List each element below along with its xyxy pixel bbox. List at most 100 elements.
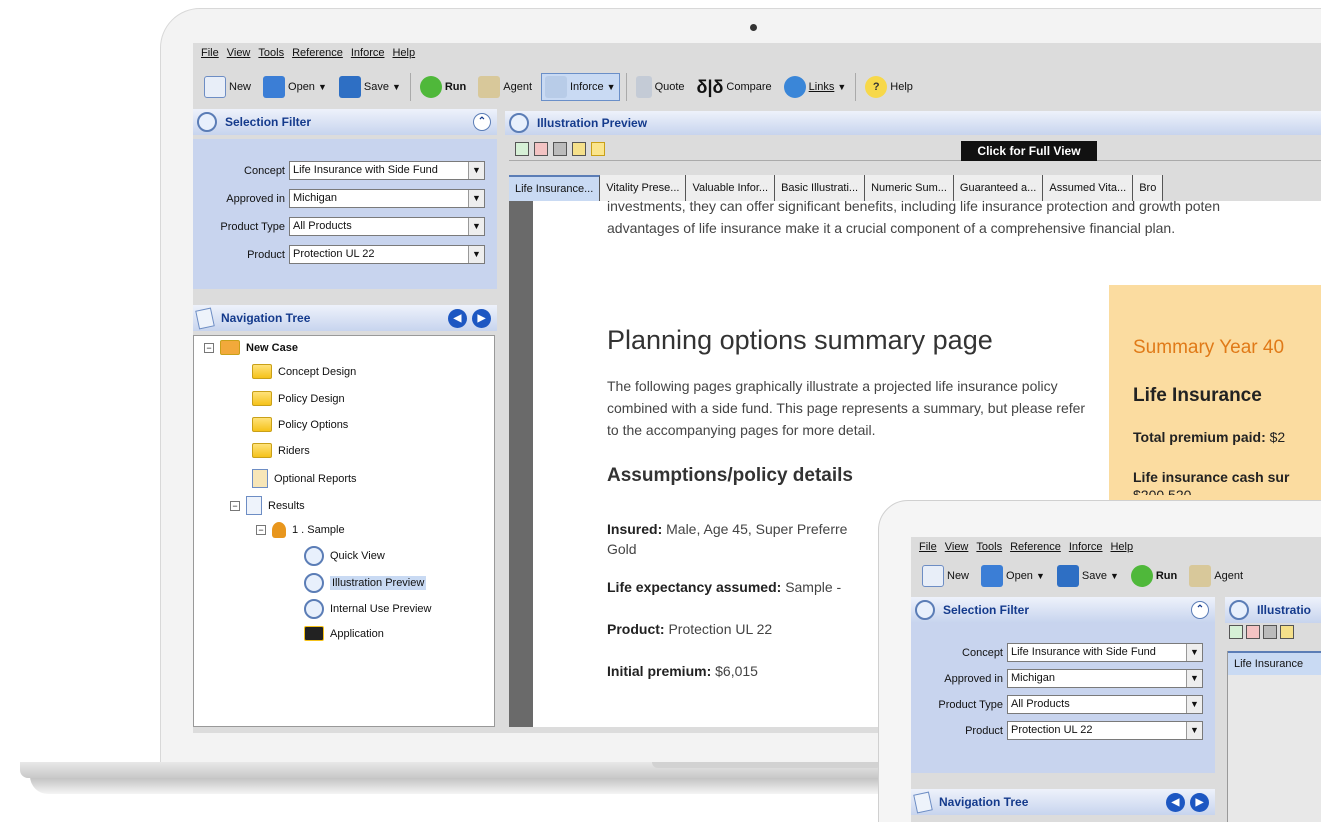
approved-in-select[interactable]: Michigan ▼: [289, 189, 485, 208]
menu-bar: File View Tools Reference Inforce Help: [201, 47, 415, 63]
tab-life-insurance[interactable]: Life Insurance...: [509, 175, 601, 201]
product-select[interactable]: Protection UL 22 ▼: [1007, 721, 1203, 740]
product-type-select[interactable]: All Products ▼: [1007, 695, 1203, 714]
tree-node-policy-options[interactable]: Policy Options: [252, 417, 348, 432]
tree-node-application[interactable]: Application: [304, 626, 384, 641]
chevron-down-icon[interactable]: ▼: [1036, 571, 1045, 581]
product-type-select[interactable]: All Products ▼: [289, 217, 485, 236]
forward-arrow-icon[interactable]: ▶: [1190, 792, 1209, 812]
menu-reference[interactable]: Reference: [292, 47, 343, 63]
total-premium-line: Total premium paid: $2: [1133, 429, 1286, 445]
tab-bro[interactable]: Bro: [1133, 175, 1164, 201]
tab-life-insurance[interactable]: Life Insurance: [1228, 651, 1321, 675]
open-button[interactable]: Open ▼: [978, 563, 1048, 589]
approved-in-select[interactable]: Michigan ▼: [1007, 669, 1203, 688]
toolbar-divider: [855, 73, 857, 101]
tree-node-policy-design[interactable]: Policy Design: [252, 391, 345, 406]
tree-node-illustration-preview[interactable]: Illustration Preview: [304, 573, 427, 593]
product-select[interactable]: Protection UL 22 ▼: [289, 245, 485, 264]
back-arrow-icon[interactable]: ◀: [448, 308, 467, 328]
forward-arrow-icon[interactable]: ▶: [472, 308, 491, 328]
excel-icon[interactable]: [1229, 625, 1243, 639]
folder-icon: [252, 391, 272, 406]
image-icon[interactable]: [572, 141, 586, 156]
chevron-down-icon[interactable]: ▼: [318, 82, 327, 92]
tree-node-sample[interactable]: −1 . Sample: [256, 522, 345, 538]
collapse-chevron-icon[interactable]: ⌃: [473, 113, 491, 131]
tablet-device: File View Tools Reference Inforce Help New Op…: [878, 500, 1321, 822]
concept-select[interactable]: Life Insurance with Side Fund ▼: [289, 161, 485, 180]
tree-node-optional-reports[interactable]: Optional Reports: [252, 469, 357, 488]
new-document-icon: [922, 565, 944, 587]
tab-valuable-info[interactable]: Valuable Infor...: [686, 175, 776, 201]
collapse-icon[interactable]: −: [230, 500, 240, 511]
save-button[interactable]: Save ▼: [1054, 563, 1122, 589]
chevron-down-icon[interactable]: ▼: [392, 82, 401, 92]
tab-assumed-vitality[interactable]: Assumed Vita...: [1043, 175, 1134, 201]
cash-surrender-value: $200,520: [1133, 487, 1192, 495]
run-button[interactable]: Run: [417, 74, 469, 100]
collapse-icon[interactable]: −: [204, 342, 214, 353]
results-document-icon: [246, 496, 262, 515]
chevron-down-icon[interactable]: ▼: [1110, 571, 1119, 581]
tab-vitality[interactable]: Vitality Prese...: [600, 175, 687, 201]
pdf-icon[interactable]: [534, 141, 548, 156]
collapse-icon[interactable]: −: [256, 525, 266, 535]
chevron-down-icon[interactable]: ▼: [837, 82, 846, 92]
collapse-chevron-icon[interactable]: ⌃: [1191, 601, 1209, 619]
new-button[interactable]: New: [919, 563, 972, 589]
compare-button[interactable]: δ|δ Compare: [694, 75, 775, 100]
help-question-icon: ?: [865, 76, 888, 98]
chevron-down-icon[interactable]: ▼: [607, 82, 616, 92]
tablet-menu-bar: File View Tools Reference Inforce Help: [919, 541, 1134, 553]
print-icon[interactable]: [1263, 625, 1277, 639]
notebook-icon: [913, 791, 933, 813]
concept-select[interactable]: Life Insurance with Side Fund ▼: [1007, 643, 1203, 662]
run-button[interactable]: Run: [1128, 563, 1180, 589]
full-view-button[interactable]: Click for Full View: [961, 141, 1097, 161]
menu-help[interactable]: Help: [392, 47, 415, 63]
menu-tools[interactable]: Tools: [258, 47, 284, 63]
tab-basic-illustration[interactable]: Basic Illustrati...: [775, 175, 866, 201]
image-icon[interactable]: [1280, 625, 1294, 639]
tablet-illustration-header: Illustratio: [1225, 597, 1321, 623]
quote-button[interactable]: Quote: [633, 74, 688, 100]
tree-node-new-case[interactable]: − New Case: [204, 340, 298, 355]
magnifier-icon: [509, 113, 529, 133]
open-button[interactable]: Open ▼: [260, 74, 330, 100]
selection-filter-header: Selection Filter ⌃: [193, 109, 497, 135]
agent-button[interactable]: Agent: [475, 74, 535, 100]
email-icon[interactable]: [591, 141, 605, 156]
save-button[interactable]: Save ▼: [336, 74, 404, 100]
tree-node-quick-view[interactable]: Quick View: [304, 546, 385, 566]
tree-node-concept-design[interactable]: Concept Design: [252, 364, 356, 379]
help-button[interactable]: ? Help: [862, 74, 916, 100]
main-toolbar: New Open ▼ Save ▼ Run Agent Inforce ▼ Quote…: [201, 67, 916, 107]
agent-button[interactable]: Agent: [1186, 563, 1246, 589]
inforce-button[interactable]: Inforce ▼: [541, 73, 620, 101]
open-folder-icon: [981, 565, 1004, 587]
page-heading: Planning options summary page: [607, 325, 993, 355]
summary-paragraph: The following pages graphically illustra…: [607, 378, 1086, 438]
print-icon[interactable]: [553, 141, 567, 156]
menu-view[interactable]: View: [227, 47, 251, 63]
menu-file[interactable]: File: [201, 47, 219, 63]
tablet-selection-filter-panel: Concept Life Insurance with Side Fund ▼ Ap…: [911, 623, 1215, 773]
concept-label: Concept: [244, 164, 285, 177]
selection-filter-panel: Concept Life Insurance with Side Fund ▼ Ap…: [193, 139, 497, 289]
insured-detail: Insured: Male, Age 45, Super Preferre Gol…: [607, 521, 848, 557]
excel-icon[interactable]: [515, 141, 529, 156]
new-button[interactable]: New: [201, 74, 254, 100]
tab-numeric-summary[interactable]: Numeric Sum...: [865, 175, 954, 201]
assumptions-heading: Assumptions/policy details: [607, 465, 853, 486]
tree-node-internal-use-preview[interactable]: Internal Use Preview: [304, 599, 432, 619]
back-arrow-icon[interactable]: ◀: [1166, 792, 1185, 812]
tree-node-results[interactable]: − Results: [230, 496, 305, 515]
inforce-icon: [545, 76, 567, 98]
tab-guaranteed[interactable]: Guaranteed a...: [953, 175, 1044, 201]
menu-inforce[interactable]: Inforce: [351, 47, 385, 63]
magnifier-icon: [915, 600, 935, 620]
pdf-icon[interactable]: [1246, 625, 1260, 639]
links-button[interactable]: Links ▼: [781, 74, 850, 100]
tree-node-riders[interactable]: Riders: [252, 443, 310, 458]
